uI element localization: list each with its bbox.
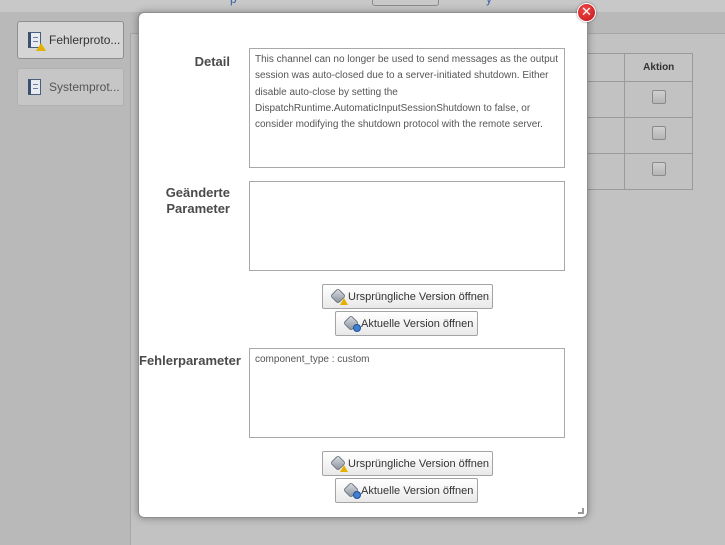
system-log-icon: [28, 78, 43, 96]
resize-grip-icon[interactable]: [578, 508, 584, 514]
original-version-icon: [330, 288, 348, 305]
changed-params-textarea[interactable]: [249, 181, 565, 271]
sidebar-item-error-log[interactable]: Fehlerproto...: [17, 21, 124, 59]
sidebar-item-system-log[interactable]: Systemprot...: [17, 68, 124, 106]
changed-params-label: Geänderte Parameter: [165, 185, 230, 216]
top-toolbar: p y: [0, 0, 725, 12]
log-table: Aktion: [584, 53, 693, 190]
sidebar-item-label: Fehlerproto...: [49, 33, 121, 47]
row-checkbox[interactable]: [651, 126, 666, 140]
row-checkbox[interactable]: [651, 90, 666, 104]
original-version-icon: [330, 455, 348, 472]
column-header-action: Aktion: [624, 53, 693, 82]
top-button[interactable]: [372, 0, 439, 6]
current-version-icon: [343, 315, 361, 332]
detail-label: Detail: [194, 54, 230, 69]
top-link[interactable]: y: [486, 0, 492, 6]
open-current-version-button-2[interactable]: Aktuelle Version öffnen: [335, 478, 478, 503]
close-icon[interactable]: ✕: [577, 3, 596, 22]
row-checkbox[interactable]: [651, 162, 666, 176]
top-link[interactable]: p: [230, 0, 237, 6]
current-version-icon: [343, 482, 361, 499]
open-original-version-button[interactable]: Ursprüngliche Version öffnen: [322, 284, 493, 309]
sidebar-item-label: Systemprot...: [49, 80, 120, 94]
error-log-icon: [28, 31, 46, 51]
table-row: [584, 117, 693, 154]
open-original-version-button-2[interactable]: Ursprüngliche Version öffnen: [322, 451, 493, 476]
error-params-textarea[interactable]: component_type : custom: [249, 348, 565, 438]
open-current-version-button[interactable]: Aktuelle Version öffnen: [335, 311, 478, 336]
error-params-label: Fehlerparameter: [139, 353, 241, 368]
detail-textarea[interactable]: This channel can no longer be used to se…: [249, 48, 565, 168]
table-row: [584, 153, 693, 190]
table-row: [584, 81, 693, 118]
error-detail-dialog: Detail This channel can no longer be use…: [138, 12, 588, 518]
